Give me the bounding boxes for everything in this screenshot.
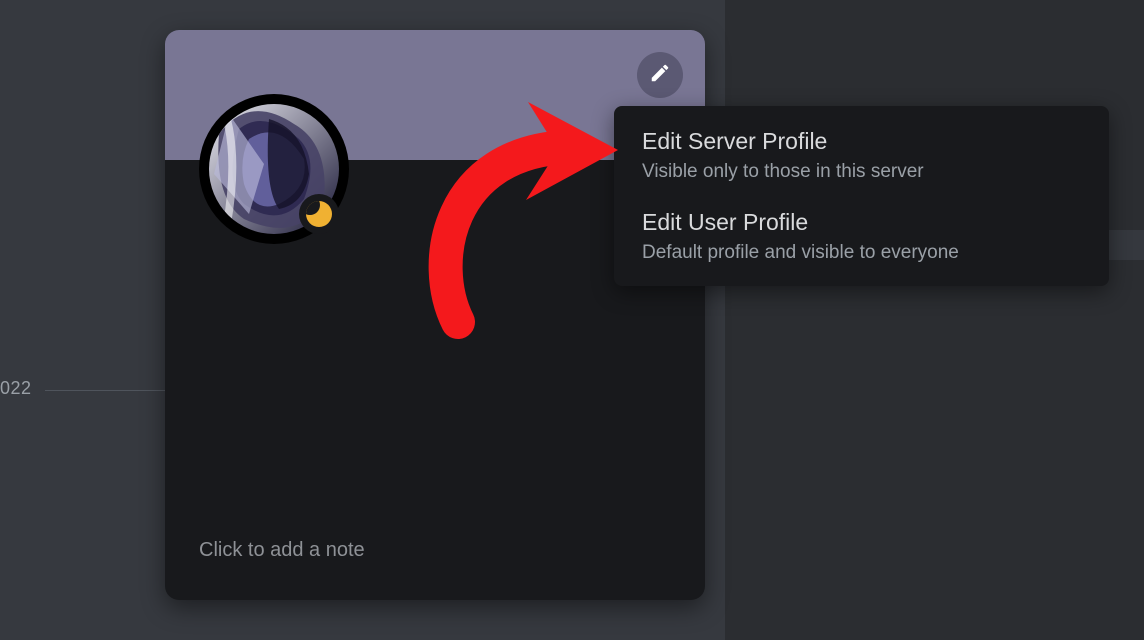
idle-moon-icon bbox=[306, 201, 332, 227]
avatar[interactable] bbox=[199, 94, 349, 244]
menu-item-subtitle: Default profile and visible to everyone bbox=[642, 242, 1081, 264]
menu-item-title: Edit Server Profile bbox=[642, 128, 1081, 155]
menu-item-edit-user-profile[interactable]: Edit User Profile Default profile and vi… bbox=[642, 209, 1081, 264]
pencil-icon bbox=[649, 62, 671, 89]
timeline-year-label: 022 bbox=[0, 378, 32, 399]
background-right-panel bbox=[725, 0, 1144, 640]
menu-item-title: Edit User Profile bbox=[642, 209, 1081, 236]
timeline-divider bbox=[45, 390, 165, 391]
menu-item-edit-server-profile[interactable]: Edit Server Profile Visible only to thos… bbox=[642, 128, 1081, 183]
edit-profile-menu: Edit Server Profile Visible only to thos… bbox=[614, 106, 1109, 286]
note-input[interactable] bbox=[199, 539, 671, 562]
edit-profile-button[interactable] bbox=[637, 52, 683, 98]
menu-item-subtitle: Visible only to those in this server bbox=[642, 161, 1081, 183]
presence-status-idle bbox=[299, 194, 339, 234]
